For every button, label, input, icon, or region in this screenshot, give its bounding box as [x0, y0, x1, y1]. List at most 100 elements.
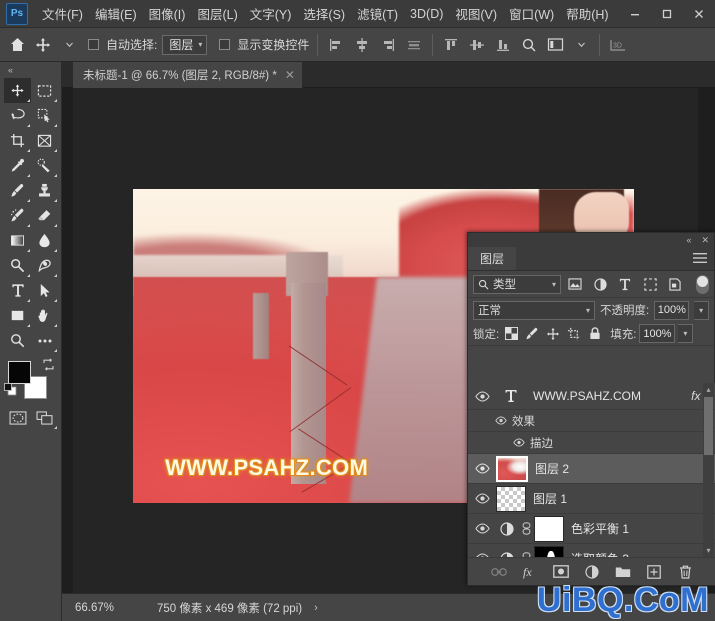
type-tool[interactable]: [4, 278, 31, 303]
opacity-stepper-chevron-icon[interactable]: ▾: [694, 300, 709, 320]
fill-value-field[interactable]: 100%: [639, 324, 676, 343]
layer-mask-thumbnail[interactable]: [534, 545, 564, 557]
layer-thumbnail-transparent[interactable]: [496, 485, 526, 512]
move-tool-icon[interactable]: [30, 32, 56, 58]
3d-mode-icon[interactable]: 3D: [605, 32, 631, 58]
filter-enable-toggle[interactable]: [696, 274, 709, 294]
layer-effects-row[interactable]: 效果: [468, 410, 715, 432]
default-colors-icon[interactable]: [4, 383, 17, 399]
brush-tool[interactable]: [4, 178, 31, 203]
fill-stepper-chevron-icon[interactable]: ▾: [678, 324, 694, 343]
frame-tool[interactable]: [31, 128, 58, 153]
layers-list[interactable]: WWW.PSAHZ.COM fx ▴ 效果 描边 图层 2: [468, 383, 715, 557]
layer-name[interactable]: 色彩平衡 1: [571, 520, 629, 537]
layer-visibility-toggle[interactable]: [468, 544, 496, 557]
opacity-value-field[interactable]: 100%: [654, 300, 690, 320]
auto-select-checkbox[interactable]: [88, 39, 99, 50]
layer-effect-stroke-row[interactable]: 描边: [468, 432, 715, 454]
arrange-chevron-icon[interactable]: [568, 32, 594, 58]
path-select-tool[interactable]: [31, 278, 58, 303]
menu-window[interactable]: 窗口(W): [503, 0, 560, 27]
eyedropper-tool[interactable]: [4, 153, 31, 178]
arrange-documents-icon[interactable]: [542, 32, 568, 58]
type-layer-thumbnail[interactable]: [496, 389, 526, 403]
foreground-color-swatch[interactable]: [8, 361, 31, 384]
marquee-tool[interactable]: [31, 78, 58, 103]
layer-name[interactable]: 图层 2: [535, 460, 569, 477]
close-tab-icon[interactable]: ✕: [285, 68, 295, 82]
layer-visibility-toggle[interactable]: [468, 514, 496, 544]
tool-preset-chevron-icon[interactable]: [56, 32, 82, 58]
status-expand-icon[interactable]: ›: [314, 602, 318, 614]
stroke-effect-visibility-toggle[interactable]: [508, 432, 530, 454]
auto-select-target-dropdown[interactable]: 图层 ▾: [162, 34, 208, 55]
filter-smart-object-icon[interactable]: [664, 274, 686, 295]
blend-mode-dropdown[interactable]: 正常 ▾: [473, 300, 596, 320]
home-icon[interactable]: [4, 32, 30, 58]
scrollbar-thumb[interactable]: [704, 397, 713, 455]
layers-scrollbar[interactable]: ▴ ▾: [703, 383, 714, 557]
document-tab[interactable]: 未标题-1 @ 66.7% (图层 2, RGB/8#) * ✕: [73, 62, 303, 88]
quick-mask-icon[interactable]: [4, 405, 31, 430]
lock-transparent-pixels-icon[interactable]: [502, 325, 520, 343]
adjustment-half-circle-icon[interactable]: [496, 544, 518, 557]
distribute-h-icon[interactable]: [401, 32, 427, 58]
filter-shape-icon[interactable]: [639, 274, 661, 295]
layer-row-type[interactable]: WWW.PSAHZ.COM fx ▴: [468, 383, 715, 410]
panel-menu-icon[interactable]: [693, 247, 714, 270]
new-group-button[interactable]: [614, 562, 633, 581]
align-center-h-icon[interactable]: [349, 32, 375, 58]
lock-artboard-icon[interactable]: [565, 325, 583, 343]
healing-brush-tool[interactable]: [31, 153, 58, 178]
menu-3d[interactable]: 3D(D): [404, 3, 449, 25]
menu-help[interactable]: 帮助(H): [560, 0, 614, 27]
quick-select-tool[interactable]: [31, 103, 58, 128]
tab-layers[interactable]: 图层: [468, 247, 517, 270]
maximize-icon[interactable]: [651, 0, 683, 28]
screen-mode-icon[interactable]: [31, 405, 58, 430]
delete-layer-button[interactable]: [676, 562, 695, 581]
shape-tool[interactable]: [4, 303, 31, 328]
gradient-tool[interactable]: [4, 228, 31, 253]
add-layer-mask-button[interactable]: [552, 562, 571, 581]
layer-thumbnail-photo[interactable]: [496, 455, 528, 482]
clone-stamp-tool[interactable]: [31, 178, 58, 203]
layer-row-adjustment-color-balance[interactable]: 色彩平衡 1: [468, 514, 715, 544]
hand-tool[interactable]: [31, 303, 58, 328]
menu-edit[interactable]: 编辑(E): [89, 0, 143, 27]
menu-view[interactable]: 视图(V): [449, 0, 503, 27]
adjustment-half-circle-icon[interactable]: [496, 514, 518, 544]
filter-type-dropdown[interactable]: 类型 ▾: [473, 274, 561, 294]
search-icon[interactable]: [516, 32, 542, 58]
layer-name[interactable]: WWW.PSAHZ.COM: [533, 389, 641, 403]
layer-visibility-toggle[interactable]: [468, 454, 496, 484]
history-brush-tool[interactable]: [4, 203, 31, 228]
lock-position-icon[interactable]: [544, 325, 562, 343]
close-icon[interactable]: [683, 0, 715, 28]
effects-visibility-toggle[interactable]: [490, 410, 512, 432]
edit-toolbar-ellipsis-icon[interactable]: [31, 328, 58, 353]
chevron-down-icon[interactable]: ▾: [703, 544, 714, 557]
lock-image-pixels-icon[interactable]: [523, 325, 541, 343]
collapse-icon[interactable]: «: [686, 235, 691, 245]
zoom-tool[interactable]: [4, 328, 31, 353]
new-layer-button[interactable]: [645, 562, 664, 581]
filter-pixel-icon[interactable]: [564, 274, 586, 295]
align-middle-v-icon[interactable]: [464, 32, 490, 58]
layer-row-pixel-1[interactable]: 图层 1: [468, 484, 715, 514]
lock-all-icon[interactable]: [586, 325, 604, 343]
crop-tool[interactable]: [4, 128, 31, 153]
menu-filter[interactable]: 滤镜(T): [351, 0, 404, 27]
zoom-level-field[interactable]: 66.67%: [75, 602, 135, 614]
link-layers-button[interactable]: [490, 562, 509, 581]
align-bottom-icon[interactable]: [490, 32, 516, 58]
layer-style-button[interactable]: fx: [521, 562, 540, 581]
menu-layer[interactable]: 图层(L): [191, 0, 243, 27]
menu-image[interactable]: 图像(I): [143, 0, 192, 27]
eraser-tool[interactable]: [31, 203, 58, 228]
layer-name[interactable]: 图层 1: [533, 490, 567, 507]
layer-mask-thumbnail[interactable]: [534, 515, 564, 542]
layer-row-pixel-2[interactable]: 图层 2: [468, 454, 715, 484]
minimize-icon[interactable]: [619, 0, 651, 28]
collapse-panel-icon[interactable]: «: [0, 62, 61, 78]
